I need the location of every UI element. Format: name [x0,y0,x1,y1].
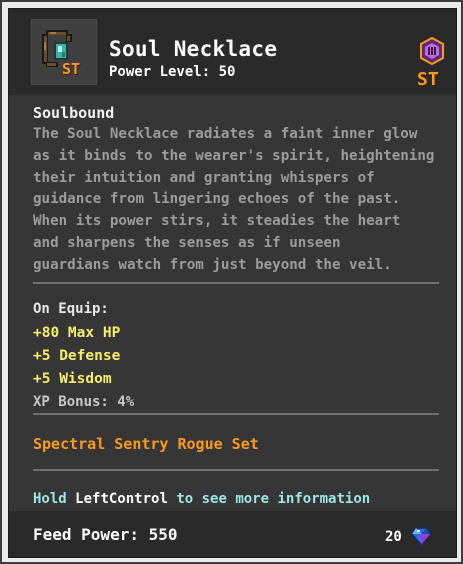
divider [33,469,439,471]
lore-line: guidance from lingering echoes of the pa… [33,191,401,208]
item-tooltip: ST Soul Necklace Power Level: 50 ST Soul… [8,8,457,558]
power-level: Power Level: 50 [109,64,236,80]
set-name: Spectral Sentry Rogue Set [33,435,259,453]
hint-key: LeftControl [75,491,168,507]
feed-cost: 20 [385,529,402,545]
lore-line: When its power stirs, it steadies the he… [33,213,401,230]
hint-prefix: Hold [33,491,67,507]
tooltip-header: ST Soul Necklace Power Level: 50 ST [9,9,456,95]
hint-suffix: to see more information [176,491,371,507]
lore-line: The Soul Necklace radiates a faint inner… [33,126,418,142]
lore-text: The Soul Necklace radiates a faint inner… [33,124,443,277]
stat-max-hp: +80 Max HP [33,325,121,341]
lore-line: as it binds to the wearer's spirit, heig… [33,147,435,164]
xp-bonus: XP Bonus: 4% [33,394,135,410]
stat-wisdom: +5 Wisdom [33,371,112,387]
lore-line: and sharpens the senses as if unseen [33,234,341,251]
tier-st-badge: ST [417,69,439,90]
tooltip-frame: ST Soul Necklace Power Level: 50 ST Soul… [0,0,463,564]
lore-line: guardians watch from just beyond the vei… [33,256,392,273]
divider [33,413,439,415]
st-badge: ST [62,60,81,78]
feed-power: Feed Power: 550 [33,525,178,544]
stat-defense: +5 Defense [33,348,121,364]
soulbound-label: Soulbound [33,104,115,122]
tooltip-footer: Feed Power: 550 20 [9,511,456,557]
item-name: Soul Necklace [109,37,278,61]
soul-necklace-icon: ST [31,19,97,85]
tier-emblem-icon [418,36,446,66]
more-info-hint: Hold LeftControl to see more information [33,491,370,507]
divider [33,282,439,284]
blue-gem-icon [410,525,432,547]
on-equip-label: On Equip: [33,301,109,317]
lore-line: their intuition and granting whispers of [33,169,375,186]
